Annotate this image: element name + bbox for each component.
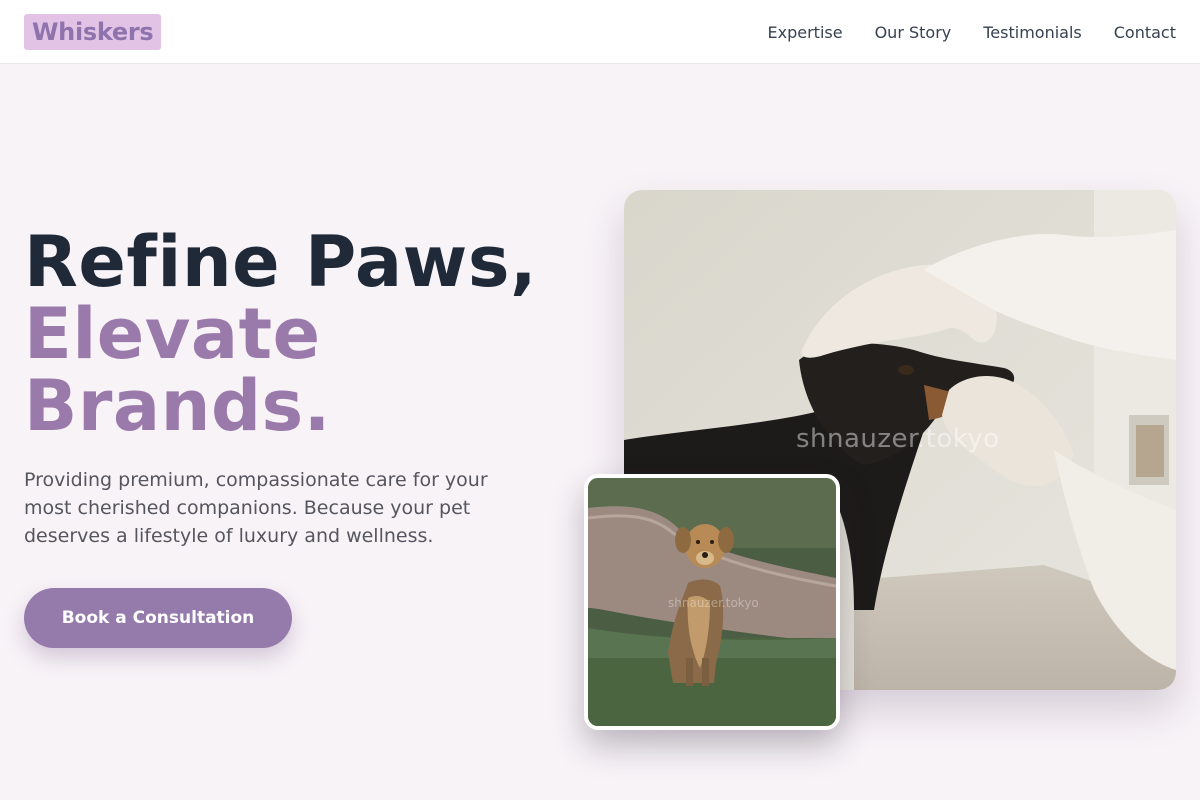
site-header: Whiskers Expertise Our Story Testimonial… <box>0 0 1200 64</box>
nav-link-testimonials[interactable]: Testimonials <box>983 23 1082 42</box>
dog-in-grass-photo: shnauzer.tokyo <box>584 474 840 730</box>
hero-section: Refine Paws, Elevate Brands. Providing p… <box>24 226 584 648</box>
book-consultation-button[interactable]: Book a Consultation <box>24 588 292 648</box>
nav-link-our-story[interactable]: Our Story <box>875 23 952 42</box>
main-nav: Expertise Our Story Testimonials Contact <box>768 0 1176 64</box>
hero-headline: Refine Paws, Elevate Brands. <box>24 226 584 442</box>
nav-link-contact[interactable]: Contact <box>1114 23 1176 42</box>
hero-subtext: Providing premium, compassionate care fo… <box>24 469 488 547</box>
logo[interactable]: Whiskers <box>24 14 162 50</box>
headline-line-2: Elevate Brands. <box>24 293 331 447</box>
headline-line-1: Refine Paws, <box>24 221 538 303</box>
main-photo-watermark: shnauzer.tokyo <box>796 424 1000 454</box>
small-photo-watermark: shnauzer.tokyo <box>668 596 759 610</box>
nav-link-expertise[interactable]: Expertise <box>768 23 843 42</box>
